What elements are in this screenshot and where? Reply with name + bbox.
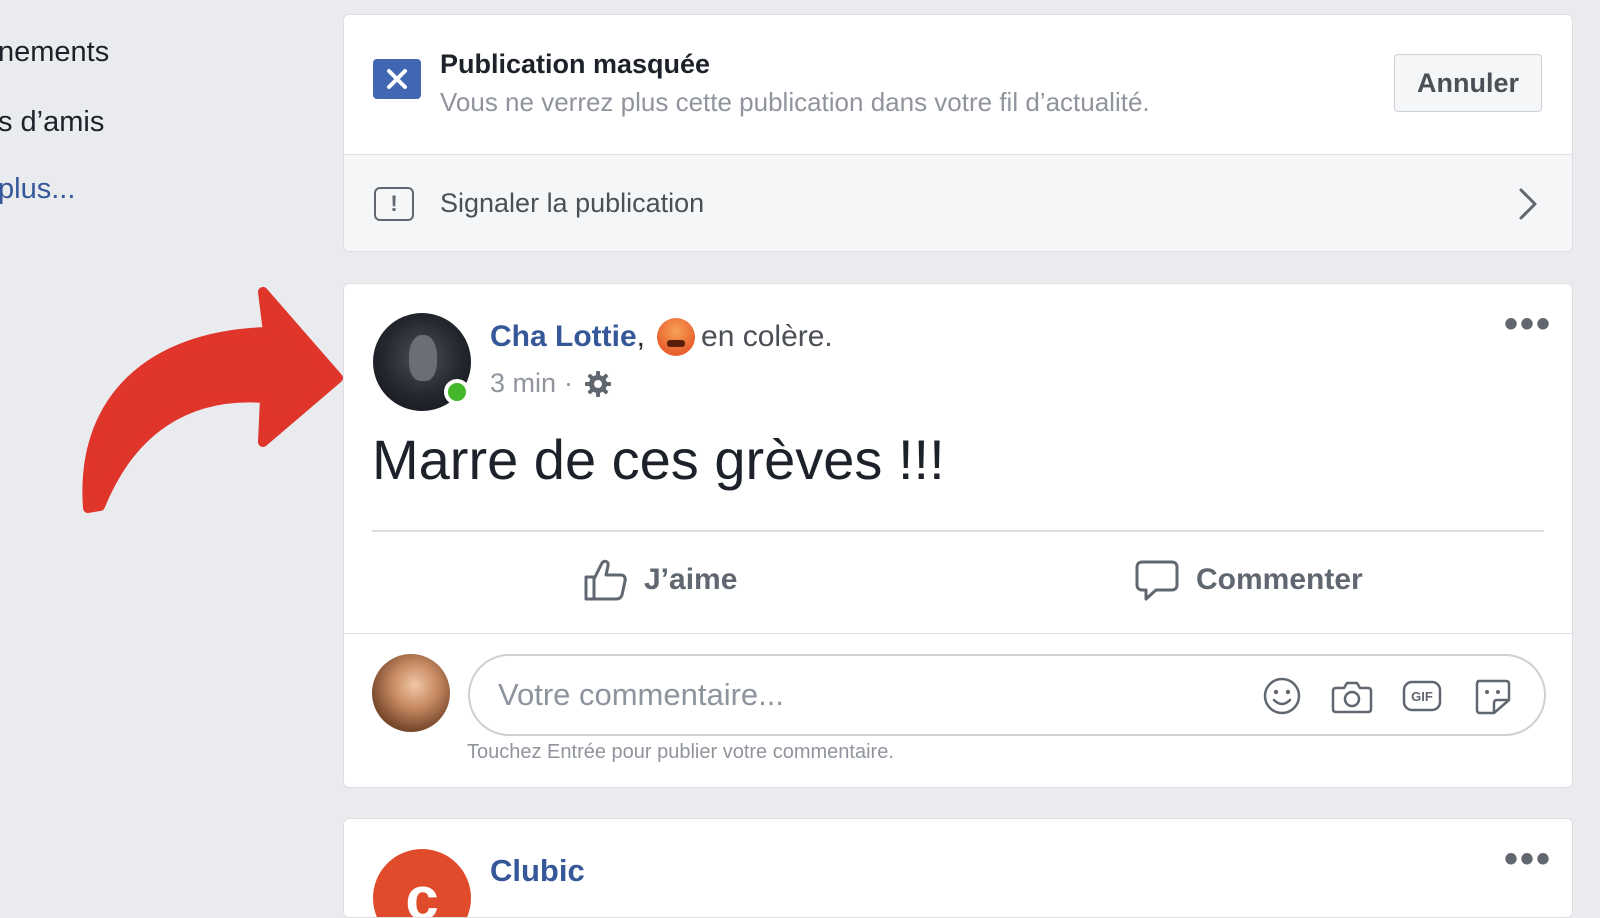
post-timestamp[interactable]: 3 min (490, 368, 556, 399)
avatar-face (409, 335, 437, 381)
camera-icon[interactable] (1330, 674, 1374, 718)
post-text: Marre de ces grèves !!! (372, 428, 945, 491)
angry-emoji-icon (657, 318, 696, 356)
author-separator: , (636, 320, 646, 353)
post-card: Cha Lottie , en colère. 3 min · ••• Marr… (343, 283, 1573, 788)
gif-icon[interactable]: GIF (1400, 674, 1444, 718)
sidebar-item-events[interactable]: nements (0, 36, 109, 69)
speech-bubble-icon (1134, 557, 1180, 603)
cancel-button[interactable]: Annuler (1393, 54, 1542, 112)
chevron-right-icon (1518, 187, 1538, 226)
thumbs-up-icon (582, 557, 628, 603)
post-meta: 3 min · (490, 368, 613, 399)
next-post-avatar[interactable]: c (373, 849, 471, 917)
sticker-icon[interactable] (1470, 674, 1514, 718)
comment-hint: Touchez Entrée pour publier votre commen… (467, 741, 894, 763)
report-post-row[interactable]: ! Signaler la publication (344, 155, 1572, 251)
red-arrow-icon (82, 287, 343, 513)
like-label: J’aime (644, 563, 738, 596)
report-post-label: Signaler la publication (440, 188, 705, 218)
gear-icon[interactable] (583, 369, 613, 399)
user-avatar (372, 654, 450, 732)
post-options-icon[interactable]: ••• (1504, 304, 1552, 344)
hidden-post-subtitle: Vous ne verrez plus cette publication da… (440, 87, 1150, 117)
gif-icon-text: GIF (1411, 689, 1433, 704)
comment-composer: GIF Touchez Entrée pour publier votre co… (344, 633, 1572, 787)
next-post-options-icon[interactable]: ••• (1504, 839, 1552, 879)
next-post-card: c Clubic ••• (343, 818, 1573, 918)
next-post-author[interactable]: Clubic (490, 853, 585, 889)
sidebar-see-more-link[interactable]: plus... (0, 173, 75, 206)
post-divider (372, 530, 1544, 532)
post-header: Cha Lottie , en colère. (490, 318, 833, 356)
hidden-post-title: Publication masquée (440, 49, 711, 79)
hidden-post-notice: Publication masquée Vous ne verrez plus … (344, 15, 1572, 155)
like-button[interactable]: J’aime (582, 550, 737, 610)
comment-button[interactable]: Commenter (1134, 550, 1363, 610)
online-status-dot (444, 379, 470, 405)
comment-label: Commenter (1196, 563, 1363, 596)
alert-icon-glyph: ! (390, 191, 398, 216)
alert-icon: ! (374, 187, 414, 221)
smiley-icon[interactable] (1260, 674, 1304, 718)
meta-separator: · (564, 368, 574, 398)
feeling-label: en colère. (701, 320, 833, 353)
hidden-post-card: Publication masquée Vous ne verrez plus … (343, 14, 1573, 252)
author-name[interactable]: Cha Lottie (490, 320, 637, 354)
comment-input-tools: GIF (1260, 674, 1514, 718)
sidebar-item-friend-lists[interactable]: s d’amis (0, 106, 104, 139)
close-icon (373, 59, 421, 99)
